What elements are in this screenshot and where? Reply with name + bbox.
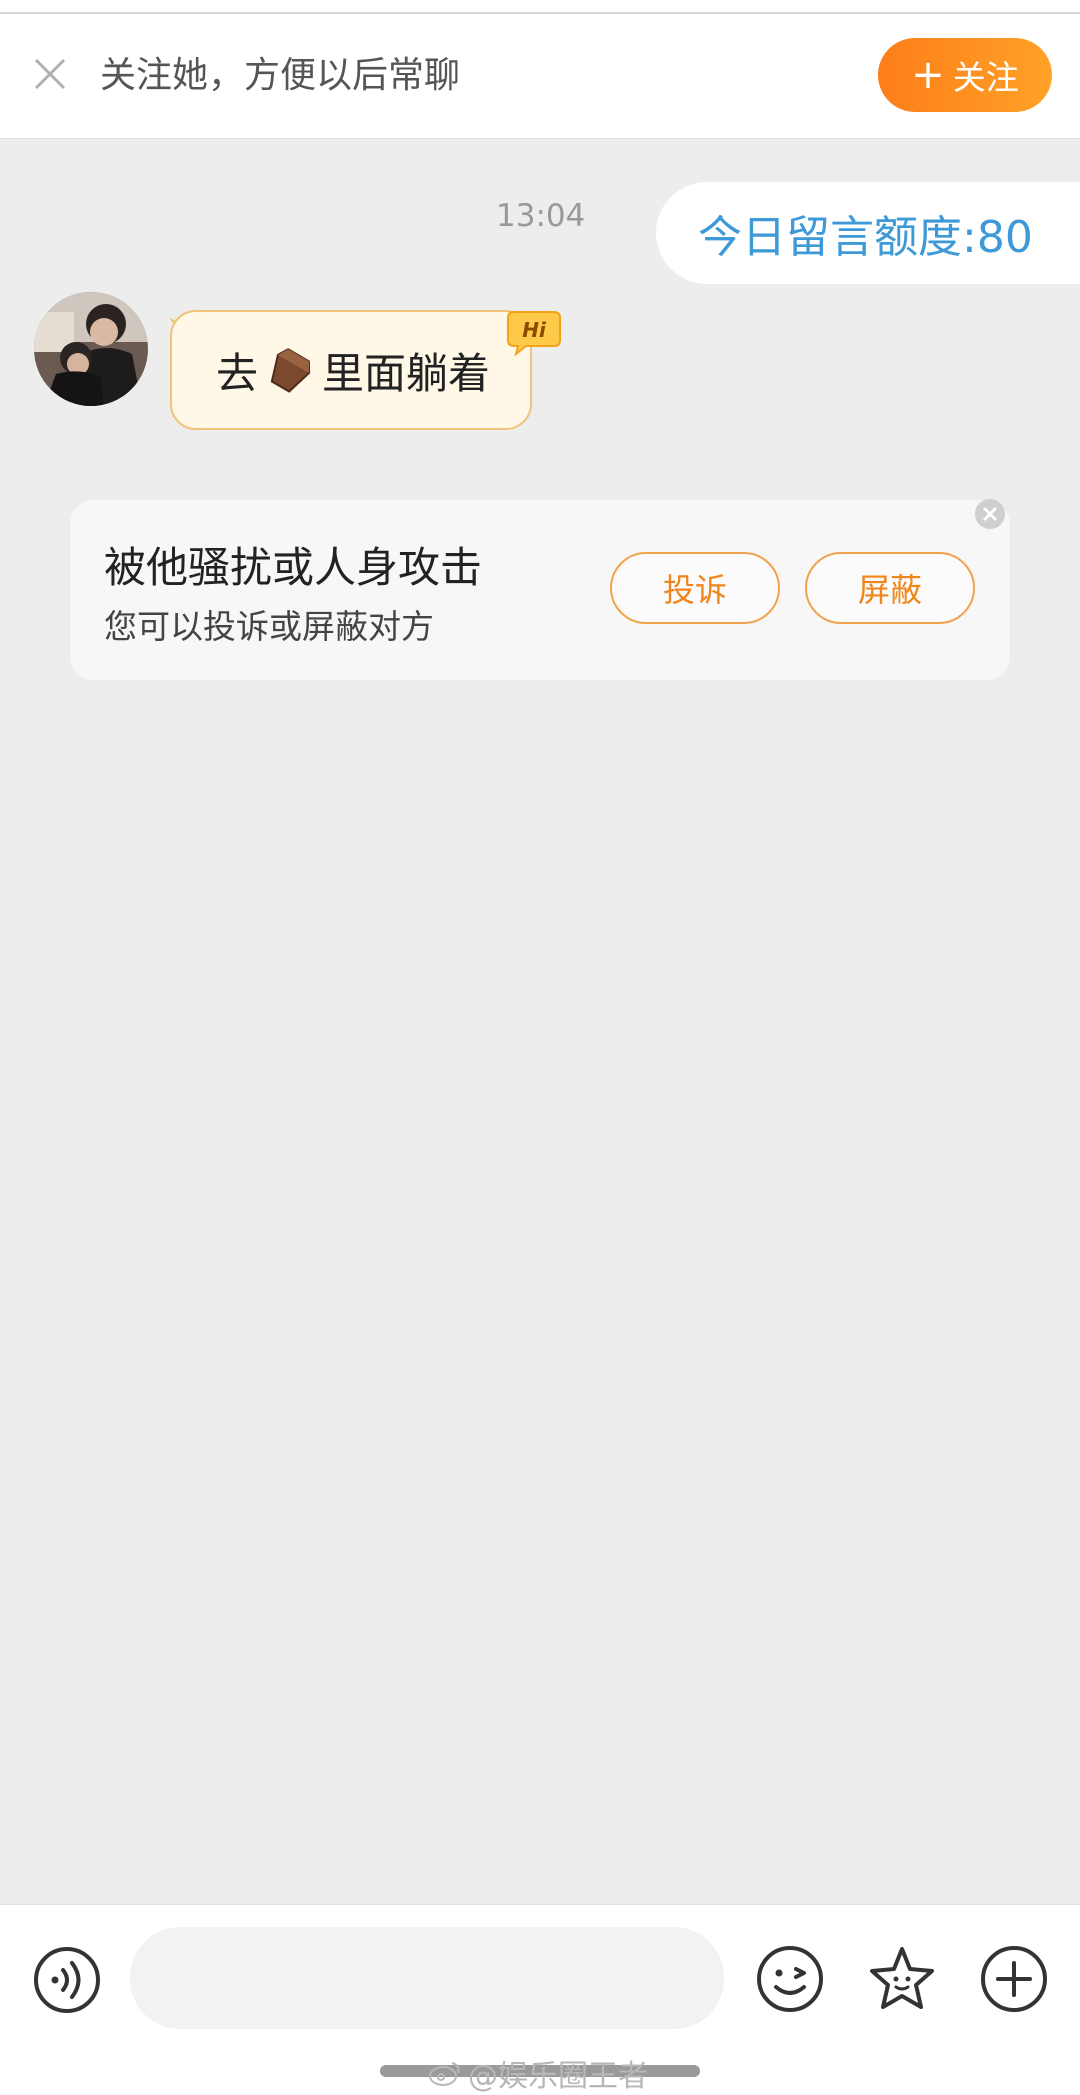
status-strip (0, 0, 1080, 14)
hi-badge-icon: Hi (507, 311, 561, 357)
watermark: @娱乐圈王者 (428, 2051, 648, 2095)
follow-prompt-bar: 关注她，方便以后常聊 + 关注 (0, 14, 1080, 139)
message-timestamp: 13:04 (496, 198, 586, 234)
voice-icon[interactable] (32, 1945, 102, 2015)
chat-input-bar: @娱乐圈王者 (0, 1904, 1080, 2095)
received-message-bubble[interactable]: 去 里面躺着 (170, 310, 532, 430)
star-icon[interactable] (866, 1943, 938, 2015)
avatar[interactable] (34, 292, 148, 406)
harassment-report-card: 被他骚扰或人身攻击 您可以投诉或屏蔽对方 投诉 屏蔽 (70, 499, 1010, 680)
close-icon[interactable] (30, 54, 70, 94)
message-quota-bubble: 今日留言额度:80 (656, 182, 1080, 284)
message-text-after: 里面躺着 (322, 348, 491, 398)
message-input[interactable] (130, 1927, 724, 2029)
emoji-icon[interactable] (754, 1943, 826, 2015)
report-card-subtitle: 您可以投诉或屏蔽对方 (104, 607, 434, 646)
report-button[interactable]: 投诉 (610, 552, 780, 624)
plus-icon[interactable] (978, 1943, 1050, 2015)
coffin-emoji-icon (270, 348, 311, 393)
plus-icon: + (911, 52, 945, 98)
block-button[interactable]: 屏蔽 (805, 552, 975, 624)
avatar-image (34, 292, 148, 406)
message-text-before: 去 (216, 348, 259, 398)
report-card-title: 被他骚扰或人身攻击 (104, 543, 483, 592)
follow-button[interactable]: + 关注 (878, 38, 1052, 112)
quota-text: 今日留言额度:80 (698, 212, 1033, 263)
weibo-logo-icon (429, 2062, 460, 2086)
hi-badge-text: Hi (522, 318, 547, 342)
card-close-icon[interactable] (972, 496, 1008, 532)
follow-button-label: 关注 (952, 58, 1019, 97)
follow-prompt-text: 关注她，方便以后常聊 (100, 55, 461, 96)
watermark-text: @娱乐圈王者 (468, 2059, 648, 2094)
